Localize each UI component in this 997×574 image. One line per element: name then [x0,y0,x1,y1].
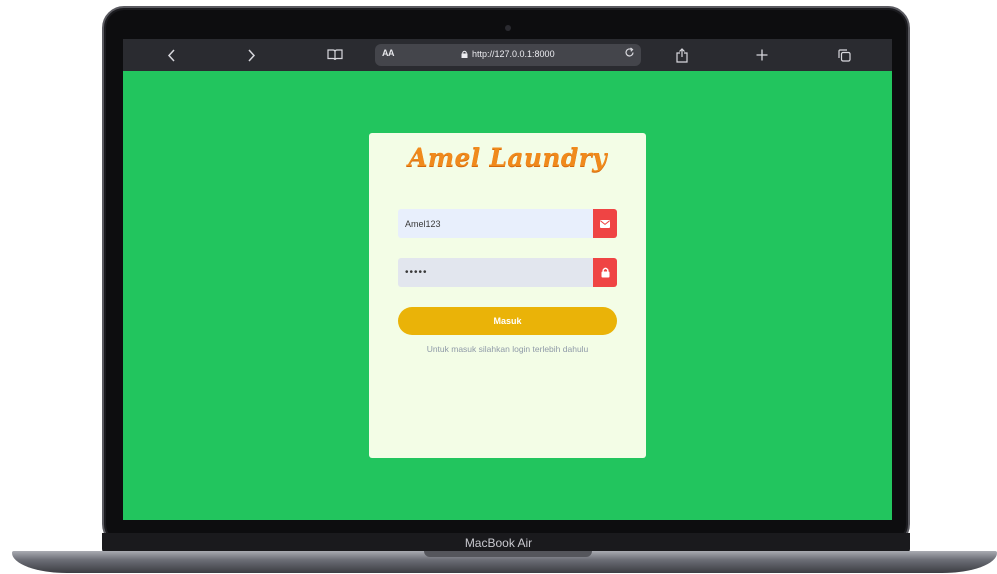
username-input[interactable]: Amel123 [398,209,593,238]
login-card: Amel Laundry Amel123 ••••• Masuk Untuk m… [369,133,646,458]
brand-title: Amel Laundry [408,143,607,172]
password-input[interactable]: ••••• [398,258,593,287]
chevron-right-icon[interactable] [241,39,261,71]
tabs-icon[interactable] [833,39,855,71]
username-field[interactable]: Amel123 [398,209,617,238]
screen: AA http://127.0.0.1:8000 Amel Laundry Am… [123,39,892,520]
model-label: MacBook Air [464,536,533,550]
browser-toolbar: AA http://127.0.0.1:8000 [123,39,892,71]
laptop-frame: AA http://127.0.0.1:8000 Amel Laundry Am… [0,0,997,574]
address-bar[interactable]: AA http://127.0.0.1:8000 [375,44,641,66]
book-icon[interactable] [323,39,347,71]
login-hint: Untuk masuk silahkan login terlebih dahu… [426,344,589,354]
text-size-button[interactable]: AA [382,48,395,58]
lock-icon [461,50,468,58]
url-display: http://127.0.0.1:8000 [461,49,555,59]
base-notch [424,551,592,557]
lock-icon [593,258,617,287]
url-text: http://127.0.0.1:8000 [472,49,555,59]
password-field[interactable]: ••••• [398,258,617,287]
login-button[interactable]: Masuk [398,307,617,335]
share-icon[interactable] [671,39,693,71]
chevron-left-icon[interactable] [161,39,181,71]
envelope-icon [593,209,617,238]
plus-icon[interactable] [751,39,773,71]
camera [505,25,511,31]
reload-icon[interactable] [624,46,635,61]
page-content: Amel Laundry Amel123 ••••• Masuk Untuk m… [123,71,892,520]
